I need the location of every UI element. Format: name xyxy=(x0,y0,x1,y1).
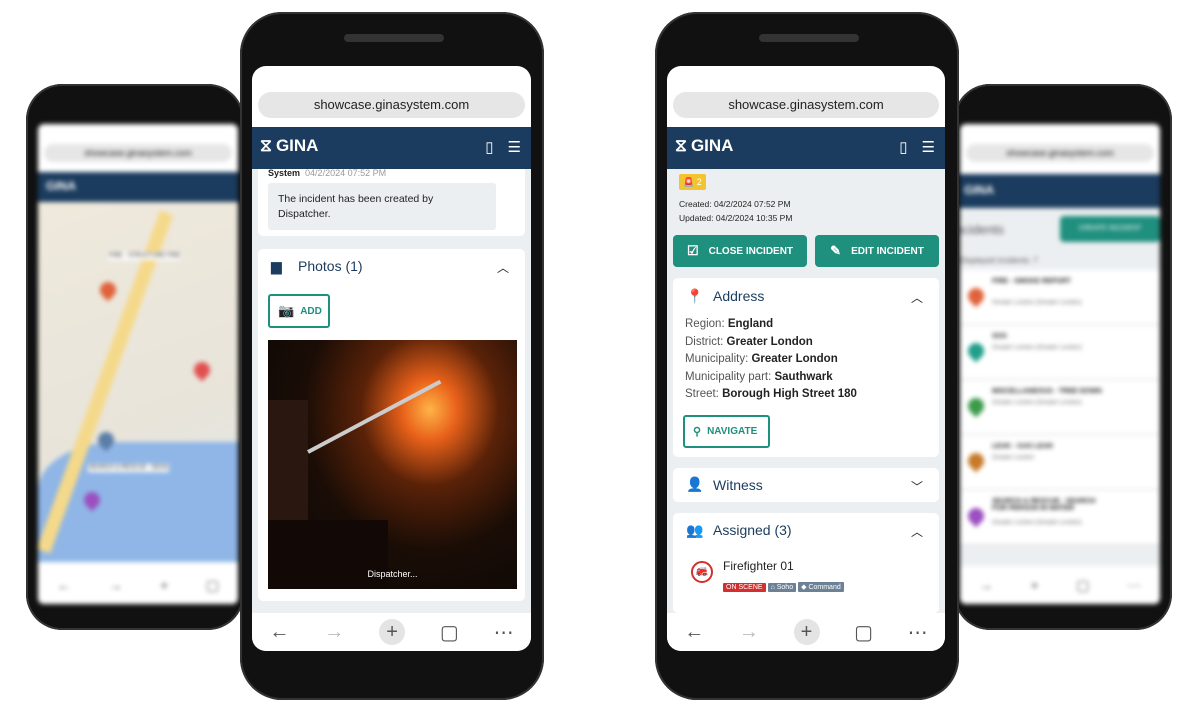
gina-logo: GINA xyxy=(964,183,994,197)
back-icon[interactable]: ← xyxy=(684,621,704,644)
assigned-card: 👥 Assigned (3) ︿ 🚒 Firefighter 01 ON SCE… xyxy=(673,513,939,613)
add-photo-icon: 📷 xyxy=(278,303,295,318)
map-pin[interactable] xyxy=(96,278,120,302)
background-phone-right: showcase.ginasystem.com GINA Incidents C… xyxy=(954,84,1172,630)
fire-truck-icon: 🚒 xyxy=(691,561,713,583)
phone-incident-photos: showcase.ginasystem.com ⧖ GINA ▯ ☰ System … xyxy=(240,12,544,700)
photos-title[interactable]: Photos (1) xyxy=(298,258,363,274)
new-tab-icon[interactable]: + xyxy=(793,619,820,645)
menu-icon[interactable]: ☰ xyxy=(922,138,935,156)
witness-title: Witness xyxy=(713,477,763,493)
photo-caption: Dispatcher... xyxy=(367,569,418,579)
map-icon[interactable]: ▯ xyxy=(899,138,907,156)
updated-time: Updated: 04/2/2024 10:35 PM xyxy=(679,213,793,223)
page-title: Incidents xyxy=(960,222,1005,237)
witness-card[interactable]: 👤 Witness ﹀ xyxy=(673,468,939,502)
activity-log-card: System 04/2/2024 07:52 PM The incident h… xyxy=(258,169,525,236)
log-time: 04/2/2024 07:52 PM xyxy=(305,169,387,178)
browser-nav: ← → + ▢ ⋯ xyxy=(252,613,531,651)
address-card: 📍 Address ︿ Region: England District: Gr… xyxy=(673,278,939,457)
navigate-button[interactable]: ⚲ NAVIGATE xyxy=(683,415,770,448)
address-title[interactable]: Address xyxy=(713,288,764,304)
person-icon: 👤 xyxy=(686,476,704,492)
role-tag: ◆ Command xyxy=(798,582,844,592)
more-icon[interactable]: ⋯ xyxy=(908,620,928,645)
map-label: SEARCH & RESCUE - DEAD xyxy=(88,464,170,472)
tabs-icon[interactable]: ▢ xyxy=(854,620,873,645)
log-message: The incident has been created by Dispatc… xyxy=(268,183,496,230)
route-icon: ⚲ xyxy=(693,426,702,438)
log-author: System xyxy=(268,169,301,178)
status-badge: ON SCENE xyxy=(723,583,766,592)
pencil-icon: ✎ xyxy=(830,243,842,258)
chevron-up-icon[interactable]: ︿ xyxy=(497,259,509,276)
new-tab-icon[interactable]: + xyxy=(379,619,406,645)
gina-logo: ⧖ GINA xyxy=(260,136,319,155)
image-icon: ▆ xyxy=(271,258,282,274)
chevron-up-icon[interactable]: ︿ xyxy=(911,289,923,306)
incident-photo[interactable]: Dispatcher... xyxy=(268,340,517,589)
list-item[interactable]: FIRE - SMOKE REPORT Greater London (Great… xyxy=(960,270,1160,325)
back-icon[interactable]: ← xyxy=(269,621,289,644)
list-item[interactable]: MISCELLANEOUS - TREE DOWN Greater London … xyxy=(960,380,1160,435)
address-details: Region: England District: Greater London… xyxy=(685,318,857,400)
tabs-icon[interactable]: ▢ xyxy=(440,620,459,645)
chevron-up-icon[interactable]: ︿ xyxy=(911,523,923,540)
map-label: FIRE - STRUCTURE FIRE xyxy=(108,252,182,260)
url-bar[interactable]: showcase.ginasystem.com xyxy=(258,92,525,118)
map-pin[interactable] xyxy=(190,358,214,382)
created-time: Created: 04/2/2024 07:52 PM xyxy=(679,199,791,209)
menu-icon[interactable]: ☰ xyxy=(508,138,521,156)
map-icon[interactable]: ▯ xyxy=(485,138,493,156)
checkbox-icon: ☑ xyxy=(686,243,699,258)
background-phone-left: showcase.ginasystem.com GINA FIRE - STRU… xyxy=(26,84,244,630)
priority-badge: 🚨 2 xyxy=(679,174,706,190)
phone-incident-detail: showcase.ginasystem.com ⧖ GINA ▯ ☰ 🚨 2 Cre… xyxy=(655,12,959,700)
browser-nav: ← → + ▢ ⋯ xyxy=(667,613,945,651)
app-header: ⧖ GINA ▯ ☰ xyxy=(667,127,945,169)
gina-logo-icon: ⧖ xyxy=(675,136,687,155)
gina-logo: ⧖ GINA xyxy=(675,136,734,155)
add-photo-button[interactable]: 📷 ADD xyxy=(268,294,330,328)
chevron-down-icon[interactable]: ﹀ xyxy=(911,478,923,495)
url-bar[interactable]: showcase.ginasystem.com xyxy=(673,92,939,118)
photos-card: ▆ Photos (1) ︿ 📷 ADD Dispatcher... xyxy=(258,249,525,601)
group-icon: 👥 xyxy=(686,522,704,538)
more-icon[interactable]: ⋯ xyxy=(494,620,514,645)
gina-logo: GINA xyxy=(46,179,76,193)
url-bar: showcase.ginasystem.com xyxy=(44,144,232,162)
gina-logo-icon: ⧖ xyxy=(260,136,272,155)
map: FIRE - STRUCTURE FIRE SEARCH & RESCUE - … xyxy=(38,202,238,562)
station-tag: ⌂ Soho xyxy=(767,583,797,592)
forward-icon[interactable]: → xyxy=(324,621,344,644)
forward-icon[interactable]: → xyxy=(739,621,759,644)
edit-incident-button[interactable]: ✎ EDIT INCIDENT xyxy=(815,235,939,267)
filter-text: Displayed incidents: 7 xyxy=(960,256,1038,265)
create-incident-button[interactable]: CREATE INCIDENT xyxy=(1060,216,1160,242)
unit-name[interactable]: Firefighter 01 xyxy=(723,559,794,573)
url-bar: showcase.ginasystem.com xyxy=(966,144,1154,162)
close-incident-button[interactable]: ☑ CLOSE INCIDENT xyxy=(673,235,807,267)
assigned-title[interactable]: Assigned (3) xyxy=(713,522,792,538)
list-item[interactable]: SEARCH & RESCUE - SEARCH FOR PERSON IN W… xyxy=(960,490,1160,545)
list-item[interactable]: LEAK - GAS LEAK Greater London xyxy=(960,435,1160,490)
location-pin-icon: 📍 xyxy=(686,288,704,304)
app-header: ⧖ GINA ▯ ☰ xyxy=(252,127,531,169)
list-item[interactable]: SOS Greater London (Greater London) xyxy=(960,325,1160,380)
